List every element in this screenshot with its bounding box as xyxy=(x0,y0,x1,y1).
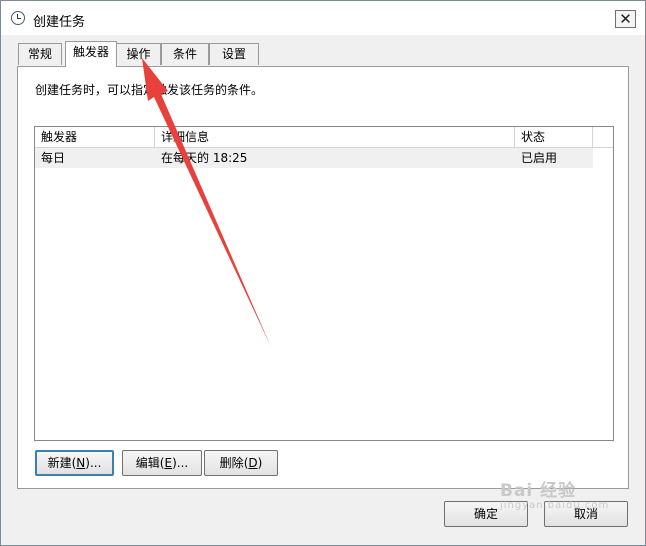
cell-status: 已启用 xyxy=(521,151,558,165)
new-button-label: 新建 xyxy=(47,456,72,470)
new-button-suffix: ... xyxy=(89,456,102,470)
triggers-panel: 创建任务时，可以指定触发该任务的条件。 触发器 详细信息 状态 每日 在每天的 … xyxy=(17,66,629,489)
table-row[interactable]: 每日 在每天的 18:25 已启用 xyxy=(35,148,593,168)
cell-trigger: 每日 xyxy=(41,151,66,165)
column-header-trigger[interactable]: 触发器 xyxy=(35,127,155,147)
title-bar: 创建任务 ✕ xyxy=(1,1,645,35)
new-button-mnemonic: N xyxy=(76,456,86,470)
edit-button-label: 编辑 xyxy=(135,456,160,470)
edit-button-suffix: ... xyxy=(176,456,189,470)
watermark-logo-text: Bai 经验 xyxy=(500,481,577,501)
triggers-list[interactable]: 触发器 详细信息 状态 每日 在每天的 18:25 已启用 xyxy=(34,126,614,441)
cell-details: 在每天的 18:25 xyxy=(161,151,248,165)
watermark-url: jingyan.baidu.com xyxy=(500,500,610,511)
list-header: 触发器 详细信息 状态 xyxy=(35,127,613,148)
tab-settings[interactable]: 设置 xyxy=(209,43,259,65)
edit-button-mnemonic: E xyxy=(164,456,173,470)
delete-button-mnemonic: D xyxy=(248,456,258,470)
edit-button[interactable]: 编辑(E)... xyxy=(122,450,202,476)
tab-actions[interactable]: 操作 xyxy=(116,43,161,65)
window-title: 创建任务 xyxy=(33,15,86,30)
tab-general[interactable]: 常规 xyxy=(18,43,62,65)
tab-conditions[interactable]: 条件 xyxy=(161,43,209,65)
clock-icon xyxy=(11,11,25,25)
delete-button-label: 删除 xyxy=(219,456,244,470)
panel-description: 创建任务时，可以指定触发该任务的条件。 xyxy=(35,83,264,97)
new-button[interactable]: 新建(N)... xyxy=(35,450,114,476)
column-header-details[interactable]: 详细信息 xyxy=(155,127,515,147)
tab-triggers[interactable]: 触发器 xyxy=(65,41,117,67)
create-task-dialog: 创建任务 ✕ 常规 触发器 操作 条件 设置 创建任务时，可以指定触发该任务的条… xyxy=(0,0,646,546)
close-button[interactable]: ✕ xyxy=(615,10,636,28)
column-header-status[interactable]: 状态 xyxy=(515,127,593,147)
baidu-watermark: Bai 经验 jingyan.baidu.com xyxy=(500,476,608,511)
delete-button[interactable]: 删除(D) xyxy=(204,450,278,476)
